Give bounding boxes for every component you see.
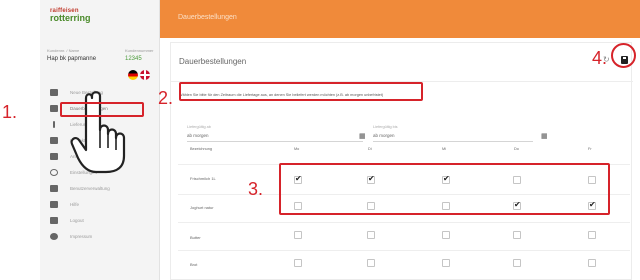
sidebar-item-label: Benutzerverwaltung bbox=[70, 185, 110, 191]
annotation-number-3: 3. bbox=[248, 179, 264, 199]
grid-header-mi: Mi bbox=[442, 147, 447, 151]
grid-header-di: Di bbox=[368, 147, 372, 151]
grid-row-label: Brot bbox=[190, 262, 198, 267]
date-from-field[interactable]: Liefergültig ab ab morgen bbox=[187, 125, 363, 143]
date-to-caption: Liefergültig bis bbox=[373, 125, 398, 129]
annotation-circle-4 bbox=[611, 43, 636, 68]
logo-bottom-text: rotterring bbox=[50, 13, 91, 23]
date-from-underline bbox=[187, 141, 363, 142]
sidebar-item-hilfe[interactable]: Hilfe bbox=[40, 196, 160, 212]
grid-row-label: Frischmilch 1L bbox=[190, 176, 216, 181]
weekday-checkbox[interactable] bbox=[513, 231, 521, 239]
row-divider bbox=[178, 222, 630, 223]
grid-header-name: Bezeichnung bbox=[190, 147, 212, 151]
annotation-box-3 bbox=[279, 163, 610, 215]
calendar-icon[interactable]: ▦ bbox=[359, 132, 366, 140]
top-bar: Dauerbestellungen bbox=[160, 0, 640, 38]
calendar-icon[interactable]: ▦ bbox=[541, 132, 548, 140]
german-flag-icon[interactable] bbox=[128, 70, 138, 80]
date-to-value: ab morgen bbox=[373, 133, 395, 138]
annotation-box-1 bbox=[60, 102, 144, 117]
sidebar-item-label: Impressum bbox=[70, 233, 93, 239]
settings-icon bbox=[50, 168, 58, 176]
card-icon bbox=[50, 184, 58, 192]
card-title: Dauerbestellungen bbox=[179, 57, 247, 66]
sidebar-item-label: Logout bbox=[70, 217, 84, 223]
grid-icon bbox=[50, 200, 58, 208]
language-switch bbox=[128, 70, 158, 80]
app-root: raiffeisen rotterring Kundennr. / Name K… bbox=[0, 0, 640, 280]
date-from-value: ab morgen bbox=[187, 133, 209, 138]
list-icon bbox=[50, 104, 58, 112]
weekday-checkbox[interactable] bbox=[294, 259, 302, 267]
annotation-number-4: 4. bbox=[592, 48, 608, 68]
grid-header-fr: Fr bbox=[588, 147, 592, 151]
row-divider bbox=[178, 250, 630, 251]
logo[interactable]: raiffeisen rotterring bbox=[50, 8, 98, 32]
grid-row-label: Butter bbox=[190, 235, 201, 240]
annotation-box-2 bbox=[179, 82, 423, 101]
sidebar-item-benutzerverwaltung[interactable]: Benutzerverwaltung bbox=[40, 180, 160, 196]
info-icon bbox=[53, 120, 55, 128]
grid-row-label: Joghurt natur bbox=[190, 205, 214, 210]
date-from-caption: Liefergültig ab bbox=[187, 125, 211, 129]
page-title: Dauerbestellungen bbox=[178, 14, 237, 21]
user-number-caption: Kundennummer bbox=[125, 48, 154, 53]
content-card: Dauerbestellungen ↻ Wählen Sie bitte für… bbox=[170, 42, 633, 280]
annotation-number-2: 2. bbox=[158, 88, 174, 108]
user-name-caption: Kundennr. / Name bbox=[47, 48, 80, 53]
user-number: 12345 bbox=[125, 56, 142, 62]
weekday-checkbox[interactable] bbox=[588, 231, 596, 239]
weekday-checkbox[interactable] bbox=[513, 259, 521, 267]
weekday-checkbox[interactable] bbox=[367, 259, 375, 267]
user-name: Hap bk papmanne bbox=[47, 56, 97, 62]
weekday-checkbox[interactable] bbox=[367, 231, 375, 239]
grid-header-mo: Mo bbox=[294, 147, 300, 151]
weekday-checkbox[interactable] bbox=[442, 259, 450, 267]
grid-header-do: Do bbox=[514, 147, 519, 151]
sidebar-item-impressum[interactable]: Impressum bbox=[40, 228, 160, 244]
date-to-underline bbox=[373, 141, 533, 142]
person-icon bbox=[50, 152, 58, 160]
user-info: Kundennr. / Name Kundennummer Hap bk pap… bbox=[47, 48, 155, 70]
sidebar-item-label: Hilfe bbox=[70, 201, 80, 207]
lock-icon bbox=[50, 216, 58, 224]
weekday-checkbox[interactable] bbox=[588, 259, 596, 267]
calendar-icon bbox=[50, 88, 58, 96]
date-to-field[interactable]: Liefergültig bis ab morgen bbox=[373, 125, 533, 143]
english-flag-icon[interactable] bbox=[140, 70, 150, 80]
weekday-checkbox[interactable] bbox=[294, 231, 302, 239]
cart-icon bbox=[50, 136, 58, 144]
weekday-checkbox[interactable] bbox=[442, 231, 450, 239]
annotation-number-1: 1. bbox=[2, 102, 18, 122]
dot-icon bbox=[50, 232, 58, 240]
sidebar-item-logout[interactable]: Logout bbox=[40, 212, 160, 228]
